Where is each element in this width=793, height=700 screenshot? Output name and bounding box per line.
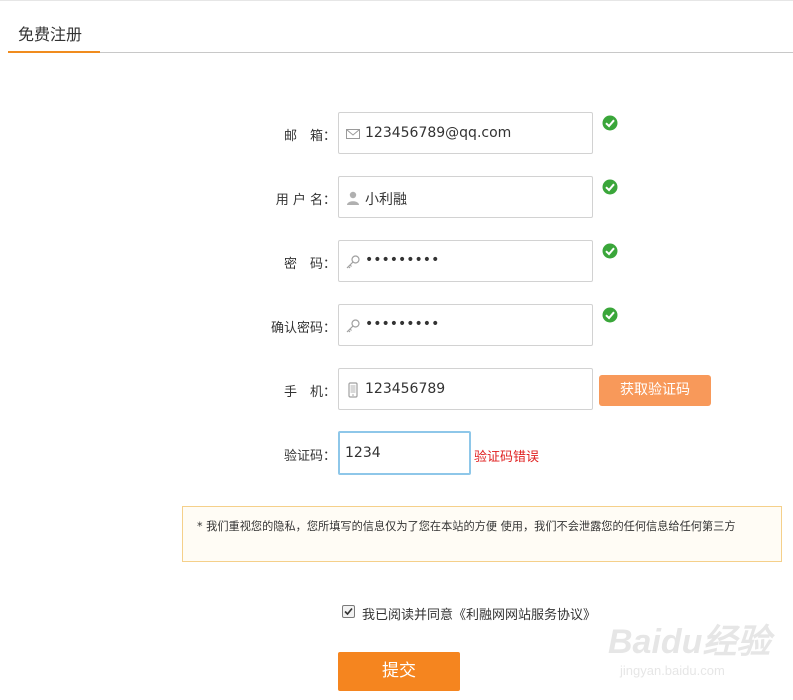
check-icon [602,307,618,323]
key-icon [346,255,360,269]
watermark-url: jingyan.baidu.com [620,663,725,678]
confirm-password-value: ••••••••• [365,316,440,332]
agreement-text[interactable]: 我已阅读并同意《利融网网站服务协议》 [362,604,596,623]
username-value: 小利融 [365,192,407,208]
agreement-checkbox[interactable] [342,605,355,618]
privacy-notice: * 我们重视您的隐私，您所填写的信息仅为了您在本站的方便 使用，我们不会泄露您的… [182,506,782,562]
page-header: 免费注册 [8,10,793,53]
get-verification-code-button[interactable]: 获取验证码 [599,375,711,406]
user-icon [347,191,359,205]
captcha-label: 验证码： [283,449,336,464]
email-field[interactable]: 123456789@qq.com [338,112,593,154]
checkmark-icon [344,607,353,616]
check-icon [602,115,618,131]
page-title: 免费注册 [18,25,83,44]
privacy-notice-text: * 我们重视您的隐私，您所填写的信息仅为了您在本站的方便 使用，我们不会泄露您的… [197,520,736,533]
password-value: ••••••••• [365,252,440,268]
phone-value: 123456789 [365,381,446,397]
check-icon [602,179,618,195]
email-value: 123456789@qq.com [365,125,512,141]
phone-label: 手 机： [283,385,336,400]
top-border [0,0,793,1]
username-field[interactable]: 小利融 [338,176,593,218]
envelope-icon [346,129,360,139]
submit-button[interactable]: 提交 [338,652,460,691]
phone-field[interactable]: 123456789 [338,368,593,410]
password-label: 密 码： [283,257,336,272]
password-field[interactable]: ••••••••• [338,240,593,282]
confirm-password-field[interactable]: ••••••••• [338,304,593,346]
key-icon [346,319,360,333]
username-label: 用 户 名： [275,193,336,208]
baidu-watermark: Baidu经验 jingyan.baidu.com [580,608,790,694]
watermark-logo: Baidu经验 [608,623,771,661]
mobile-phone-icon [348,382,358,398]
title-underline [8,51,100,53]
captcha-value: 1234 [345,445,381,461]
email-label: 邮 箱： [283,129,336,144]
captcha-error: 验证码错误 [474,450,540,465]
confirm-password-label: 确认密码： [270,321,336,336]
captcha-field[interactable]: 1234 [338,431,471,475]
check-icon [602,243,618,259]
